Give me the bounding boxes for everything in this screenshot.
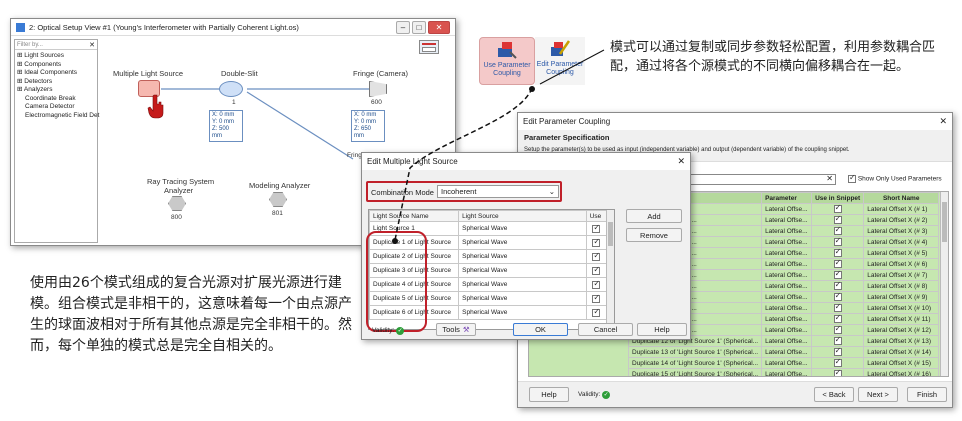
callout-arrows: [392, 49, 605, 244]
